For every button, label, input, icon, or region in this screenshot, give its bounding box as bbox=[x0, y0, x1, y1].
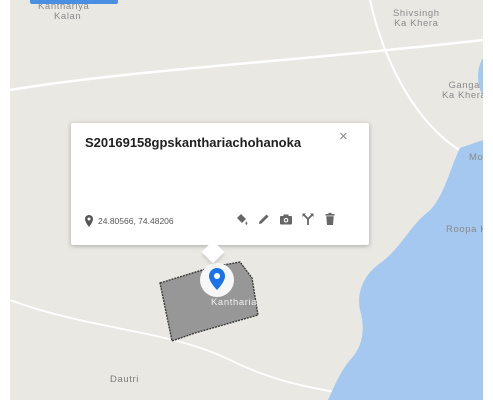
place-label-line: Kalan bbox=[54, 11, 82, 22]
place-label-kanthariya-kalan: Kanthariya Kalan bbox=[38, 2, 89, 22]
popup-toolbar bbox=[235, 212, 337, 226]
place-label-mo: Mo bbox=[469, 153, 483, 163]
place-label-line: Mo bbox=[469, 152, 483, 163]
place-label-dautri: Dautri bbox=[110, 375, 139, 385]
map-canvas[interactable]: Kanthariya Kalan Shivsingh Ka Khera Gang… bbox=[10, 0, 483, 400]
place-label-ganga-ka-khera: Ganga Ka Khera bbox=[442, 81, 483, 101]
place-label-line: Kantharia bbox=[211, 297, 258, 308]
place-label-line: Ka Khera bbox=[394, 18, 439, 29]
place-label-line: Roopa K bbox=[446, 224, 483, 235]
location-marker-icon[interactable] bbox=[199, 262, 235, 298]
delete-icon[interactable] bbox=[323, 212, 337, 226]
coordinates-text: 24.80566, 74.48206 bbox=[98, 216, 174, 226]
place-label-shivsingh-ka-khera: Shivsingh Ka Khera bbox=[393, 9, 440, 29]
place-label-roopa: Roopa K bbox=[446, 225, 483, 235]
edit-icon[interactable] bbox=[257, 212, 271, 226]
feature-title: S20169158gpskanthariachohanoka bbox=[85, 135, 302, 150]
place-label-kantharia: Kantharia bbox=[211, 298, 257, 308]
close-icon[interactable]: × bbox=[339, 129, 348, 144]
directions-icon[interactable] bbox=[301, 212, 315, 226]
camera-icon[interactable] bbox=[279, 212, 293, 226]
popup-pointer-mask bbox=[198, 235, 228, 245]
road bbox=[10, 38, 483, 92]
coordinates-row: 24.80566, 74.48206 bbox=[85, 215, 174, 227]
feature-popup: S20169158gpskanthariachohanoka × 24.8056… bbox=[71, 123, 369, 264]
pin-icon bbox=[85, 215, 93, 227]
place-label-line: Dautri bbox=[110, 374, 139, 385]
style-icon[interactable] bbox=[235, 212, 249, 226]
top-tab-indicator bbox=[30, 0, 118, 4]
place-label-line: Ka Khera bbox=[442, 90, 483, 101]
